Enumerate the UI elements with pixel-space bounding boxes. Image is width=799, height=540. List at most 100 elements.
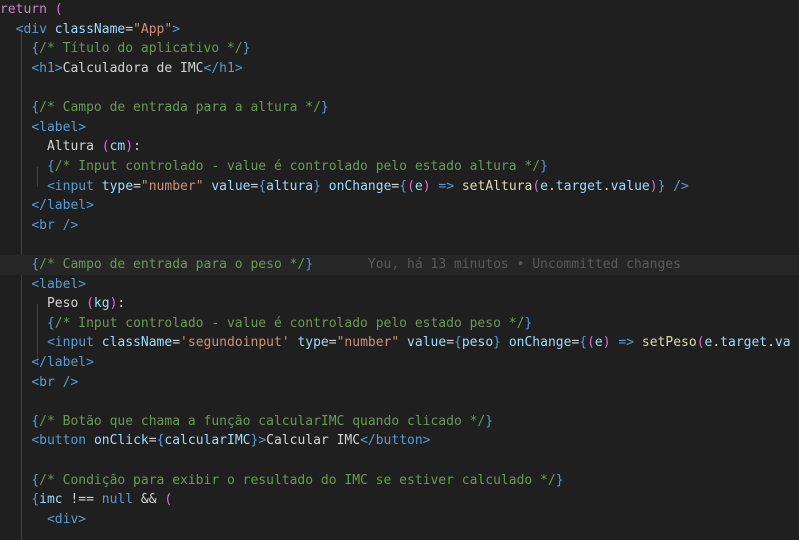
code-line[interactable]: {/* Botão que chama a função calcularIMC… [0, 412, 799, 432]
git-blame-annotation: You, há 13 minutos • Uncommitted changes [367, 257, 681, 272]
code-line[interactable] [0, 79, 799, 99]
code-token: <input [46, 178, 94, 194]
code-token: ( [164, 492, 173, 508]
code-line[interactable]: {/* Campo de entrada para a altura */} [0, 98, 799, 118]
code-token: calcularIMC [164, 433, 251, 449]
code-token: <br /> [31, 374, 79, 390]
code-line[interactable]: {/* Título do aplicativo */} [0, 39, 799, 59]
code-token: <label> [31, 276, 87, 292]
code-line[interactable] [0, 235, 799, 255]
code-token: = [328, 335, 337, 351]
code-line[interactable]: Peso (kg): [0, 294, 799, 314]
code-token: : [117, 296, 126, 312]
code-line[interactable]: {imc !== null && ( [0, 490, 799, 510]
code-token: e [414, 178, 423, 194]
code-token: "number" [336, 335, 400, 351]
code-token: /> [673, 178, 689, 194]
code-token: ( [587, 335, 595, 351]
code-line[interactable] [0, 392, 799, 412]
code-line[interactable]: {/* Input controlado - value é controlad… [0, 314, 799, 334]
code-token: <div> [46, 511, 87, 527]
code-line[interactable]: return ( [0, 0, 799, 20]
code-editor[interactable]: return ( <div className="App"> {/* Títul… [0, 0, 799, 540]
code-line[interactable] [0, 451, 799, 471]
code-token: peso [461, 335, 494, 351]
code-token: /* Condição para exibir o resultado do I… [39, 472, 556, 488]
code-token: </label> [31, 355, 94, 370]
code-token: => [618, 335, 635, 351]
code-token: . [712, 335, 721, 351]
code-token: !== [62, 492, 102, 508]
code-token: ( [407, 178, 415, 194]
code-token: onChange [508, 335, 572, 351]
code-token: { [31, 413, 40, 429]
code-token: target [555, 178, 603, 194]
code-line[interactable]: <label> [0, 118, 799, 138]
code-token: /* Campo de entrada para a altura */ [39, 100, 321, 116]
code-token: ( [86, 296, 94, 312]
code-token: } [242, 41, 251, 57]
code-token: kg [93, 296, 110, 312]
code-token: Calcular IMC [266, 433, 361, 449]
code-token: type [297, 335, 329, 351]
code-line[interactable]: </label> [0, 353, 799, 373]
code-line[interactable]: <br /> [0, 216, 799, 236]
code-line[interactable]: <h1>Calculadora de IMC</h1> [0, 59, 799, 79]
code-line[interactable]: </label> [0, 196, 799, 216]
code-token: <div [15, 21, 47, 37]
code-token: /* Botão que chama a função calcularIMC … [39, 413, 486, 429]
code-token: : [133, 139, 141, 155]
code-token: ) [602, 335, 611, 351]
code-line[interactable]: <div className="App"> [0, 20, 799, 40]
code-token: <label> [31, 119, 87, 135]
code-line[interactable]: {/* Input controlado - value é controlad… [0, 157, 799, 177]
code-line[interactable]: {/* Condição para exibir o resultado do … [0, 471, 799, 491]
code-token: . [767, 335, 775, 351]
code-token: null [101, 492, 134, 508]
code-token: { [31, 472, 40, 488]
code-token: = [172, 335, 181, 351]
code-line[interactable]: <input className='segundoinput' type="nu… [0, 333, 799, 353]
code-line[interactable]: <div> [0, 510, 799, 530]
code-token: /* Input controlado - value é controlado… [54, 159, 541, 174]
code-token: { [258, 178, 267, 194]
code-line[interactable]: <input type="number" value={altura} onCh… [0, 177, 799, 197]
code-token: } [305, 257, 314, 272]
code-token: } [493, 335, 501, 351]
code-token: } [313, 178, 321, 194]
code-token: "number" [140, 178, 204, 194]
code-line[interactable]: <br /> [0, 373, 799, 393]
code-token: va [774, 335, 791, 351]
code-token: . [547, 178, 556, 194]
code-token: <h1> [31, 61, 63, 76]
code-line[interactable]: <label> [0, 275, 799, 295]
code-token: target [720, 335, 768, 351]
code-line[interactable]: Altura (cm): [0, 137, 799, 157]
code-line[interactable]: <button onClick={calcularIMC}>Calcular I… [0, 431, 799, 451]
code-line[interactable]: {/* Campo de entrada para o peso */} You… [0, 255, 799, 275]
code-token: imc [39, 492, 63, 508]
code-token: <br /> [31, 217, 79, 233]
code-token: ) [649, 178, 658, 194]
code-token: ( [532, 178, 541, 194]
code-token: className [101, 335, 173, 351]
code-token: e [594, 335, 603, 351]
